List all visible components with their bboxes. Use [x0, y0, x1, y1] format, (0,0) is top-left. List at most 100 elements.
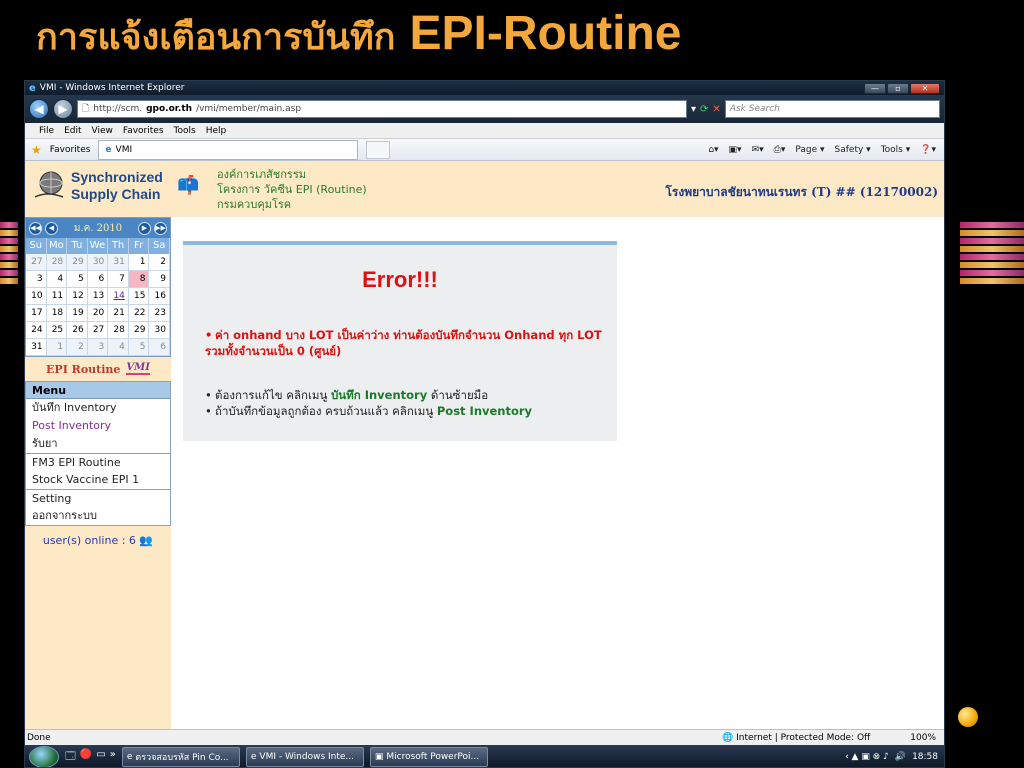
home-icon[interactable]: ⌂▾: [708, 145, 718, 155]
new-tab-button[interactable]: [366, 140, 391, 159]
calendar-day[interactable]: 3: [26, 271, 47, 288]
calendar-day[interactable]: 4: [108, 339, 129, 356]
menu-item-stock-vaccine[interactable]: Stock Vaccine EPI 1: [26, 471, 170, 489]
feeds-icon[interactable]: ▣▾: [729, 145, 742, 155]
menu-item-logout[interactable]: ออกจากระบบ: [26, 507, 170, 525]
prev-year-icon[interactable]: ◀◀: [29, 221, 42, 235]
calendar-day[interactable]: 24: [26, 322, 47, 339]
calendar-day[interactable]: 31: [108, 254, 129, 271]
logo-line-2: Supply Chain: [71, 186, 161, 202]
page-menu[interactable]: Page ▾: [795, 145, 824, 155]
calendar-day[interactable]: 30: [87, 254, 109, 271]
epi-routine-text: EPI Routine: [46, 362, 121, 376]
calendar-day[interactable]: 6: [87, 271, 109, 288]
calendar-day[interactable]: 5: [67, 271, 88, 288]
calendar-day[interactable]: 30: [149, 322, 170, 339]
zoom-level[interactable]: 100%: [910, 733, 936, 743]
menu-item-receive-drugs[interactable]: รับยา: [26, 435, 170, 453]
calendar-day[interactable]: 6: [149, 339, 170, 356]
tools-menu[interactable]: Tools ▾: [881, 145, 911, 155]
calendar-day[interactable]: 13: [87, 288, 109, 305]
calendar-day[interactable]: 26: [67, 322, 88, 339]
help-icon[interactable]: ❓▾: [920, 145, 936, 155]
calendar-day[interactable]: 1: [46, 339, 68, 356]
calendar-day[interactable]: 3: [87, 339, 109, 356]
taskbar-item[interactable]: e VMI - Windows Inte...: [245, 747, 364, 767]
browser-window: e VMI - Windows Internet Explorer — ▫ ✕ …: [24, 80, 945, 768]
calendar-day[interactable]: 11: [46, 288, 68, 305]
menu-view[interactable]: View: [92, 126, 113, 136]
calendar-day[interactable]: 28: [108, 322, 129, 339]
calendar-day[interactable]: 27: [87, 322, 109, 339]
calendar-day[interactable]: 2: [149, 254, 170, 271]
instruction-list: • ต้องการแก้ไข คลิกเมนู บันทึก Inventory …: [205, 387, 532, 419]
calendar-day[interactable]: 28: [46, 254, 68, 271]
print-icon[interactable]: ⎙▾: [774, 145, 786, 155]
calendar-day[interactable]: 4: [46, 271, 68, 288]
calendar-day[interactable]: 1: [128, 254, 150, 271]
calendar-day[interactable]: 22: [128, 305, 150, 322]
calendar-day[interactable]: 15: [128, 288, 150, 305]
tray-icons[interactable]: ‹ ▲ ▣ ⊗ ♪: [845, 752, 889, 762]
calendar-day[interactable]: 17: [26, 305, 47, 322]
calendar-day[interactable]: 29: [67, 254, 88, 271]
taskbar-item[interactable]: e ตรวจสอบรหัส Pin Co...: [121, 747, 240, 767]
maximize-button[interactable]: ▫: [887, 82, 909, 94]
calendar-day[interactable]: 7: [108, 271, 129, 288]
link-record-inventory[interactable]: บันทึก Inventory: [331, 388, 427, 402]
status-text: Done: [27, 732, 51, 743]
safety-menu[interactable]: Safety ▾: [835, 145, 871, 155]
calendar-day[interactable]: 27: [26, 254, 47, 271]
menu-edit[interactable]: Edit: [64, 126, 81, 136]
volume-icon[interactable]: 🔊: [895, 752, 906, 762]
menu-file[interactable]: File: [39, 126, 54, 136]
refresh-icon[interactable]: ⟳: [700, 104, 708, 115]
calendar-day[interactable]: 29: [128, 322, 150, 339]
calendar-day[interactable]: 23: [149, 305, 170, 322]
menu-item-post-inventory[interactable]: Post Inventory: [26, 417, 170, 435]
taskbar-item[interactable]: ▣ Microsoft PowerPoi...: [369, 747, 488, 767]
calendar-day[interactable]: 21: [108, 305, 129, 322]
quicklaunch-icon[interactable]: 🗔: [65, 749, 76, 766]
calendar-day[interactable]: 8: [128, 271, 150, 288]
menu-help[interactable]: Help: [206, 126, 227, 136]
tab-vmi[interactable]: e VMI: [98, 139, 359, 160]
calendar-day[interactable]: 16: [149, 288, 170, 305]
calendar-day[interactable]: 2: [67, 339, 88, 356]
calendar-weekday: Su: [26, 238, 47, 254]
next-year-icon[interactable]: ▶▶: [154, 221, 167, 235]
menu-favorites[interactable]: Favorites: [123, 126, 164, 136]
prev-month-icon[interactable]: ◀: [45, 221, 58, 235]
show-desktop-icon[interactable]: ▭: [96, 749, 105, 766]
calendar-day[interactable]: 12: [67, 288, 88, 305]
start-button[interactable]: [29, 746, 59, 767]
forward-button[interactable]: ▶: [53, 99, 73, 119]
menu-item-record-inventory[interactable]: บันทึก Inventory: [26, 399, 170, 417]
menu-item-fm3[interactable]: FM3 EPI Routine: [26, 453, 170, 471]
calendar-day[interactable]: 9: [149, 271, 170, 288]
calendar-day[interactable]: 14: [108, 288, 129, 305]
quicklaunch-icon[interactable]: 🔴: [80, 749, 92, 766]
calendar-day[interactable]: 20: [87, 305, 109, 322]
calendar-day[interactable]: 5: [128, 339, 150, 356]
calendar-day[interactable]: 25: [46, 322, 68, 339]
address-input[interactable]: 🗋 http://scm. gpo.or.th/vmi/member/main.a…: [77, 100, 687, 118]
close-button[interactable]: ✕: [910, 82, 940, 94]
calendar-day[interactable]: 19: [67, 305, 88, 322]
stop-icon[interactable]: ✕: [712, 104, 720, 115]
mail-icon[interactable]: ✉▾: [752, 145, 764, 155]
minimize-button[interactable]: —: [864, 82, 886, 94]
favorites-button[interactable]: Favorites: [50, 145, 91, 155]
dropdown-icon[interactable]: ▾: [691, 104, 696, 115]
calendar-day[interactable]: 10: [26, 288, 47, 305]
menu-tools[interactable]: Tools: [174, 126, 196, 136]
next-month-icon[interactable]: ▶: [138, 221, 151, 235]
calendar-day[interactable]: 31: [26, 339, 47, 356]
menu-item-setting[interactable]: Setting: [26, 489, 170, 507]
calendar-day[interactable]: 18: [46, 305, 68, 322]
link-post-inventory[interactable]: Post Inventory: [437, 404, 532, 418]
back-button[interactable]: ◀: [29, 99, 49, 119]
overflow-icon[interactable]: »: [110, 749, 116, 766]
search-input[interactable]: Ask Search: [724, 100, 940, 118]
site-logo[interactable]: Synchronized Supply Chain: [33, 169, 163, 203]
